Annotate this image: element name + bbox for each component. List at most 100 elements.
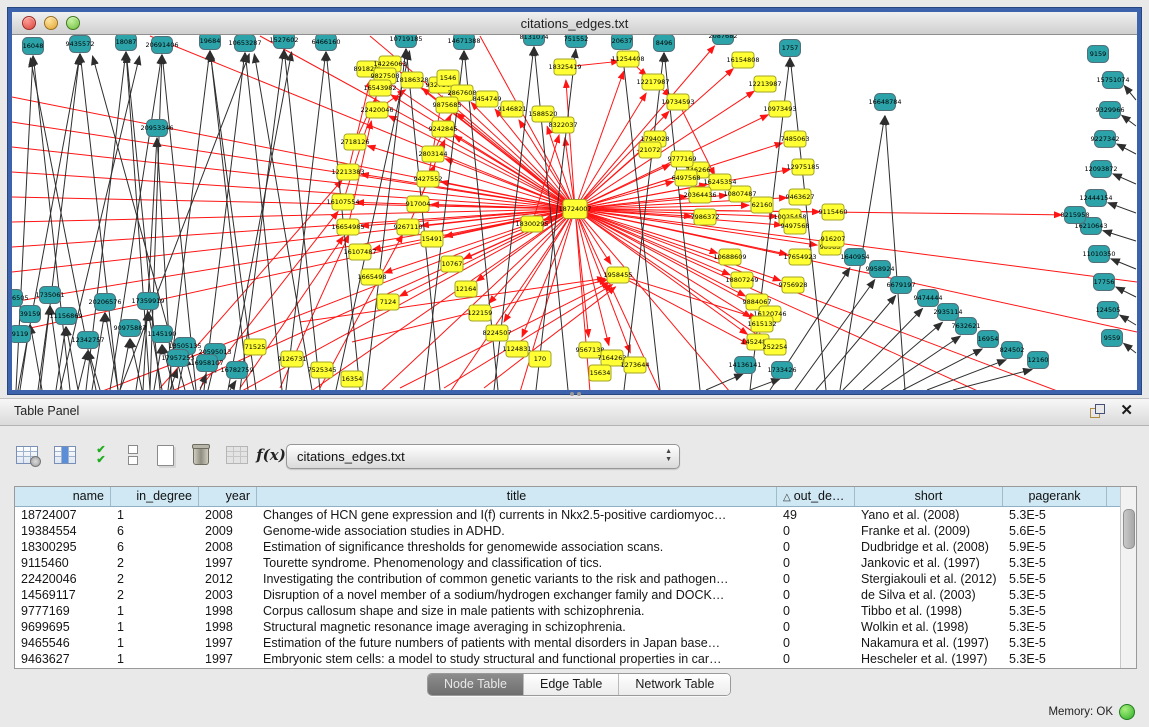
table-vertical-scrollbar[interactable]: [1120, 487, 1136, 668]
graph-node-label: 917004: [406, 200, 431, 208]
tab-edge-table[interactable]: Edge Table: [524, 674, 619, 695]
column-header-name[interactable]: name: [15, 487, 111, 506]
cell-year: 1997: [199, 555, 257, 571]
table-type-tabs: Node Table Edge Table Network Table: [427, 673, 731, 696]
network-graph-canvas[interactable]: 1604894355721808720691406196841065328715…: [12, 35, 1137, 390]
cell-out_degree: 0: [777, 587, 855, 603]
table-row[interactable]: 2242004622012Investigating the contribut…: [15, 571, 1121, 587]
graph-node-label: 19734593: [661, 98, 694, 106]
graph-node-label: 9126731: [278, 355, 307, 363]
cell-pagerank: 5.3E-5: [1003, 619, 1107, 635]
tab-node-table[interactable]: Node Table: [428, 674, 524, 695]
column-header-out_degree[interactable]: △out_de…: [777, 487, 855, 506]
table-row[interactable]: 1938455462009Genome-wide association stu…: [15, 523, 1121, 539]
close-window-button[interactable]: [22, 16, 36, 30]
network-window-titlebar[interactable]: citations_edges.txt: [12, 12, 1137, 35]
cell-short: Yano et al. (2008): [855, 507, 1003, 523]
cell-name: 9115460: [15, 555, 111, 571]
cell-name: 9699695: [15, 619, 111, 635]
close-panel-icon[interactable]: ✕: [1120, 402, 1133, 420]
cell-pagerank: 5.3E-5: [1003, 635, 1107, 651]
graph-node-label: 11010350: [1082, 250, 1115, 258]
selector-value: citations_edges.txt: [297, 449, 405, 464]
graph-node-label: 19684: [200, 37, 221, 45]
graph-node-label: 71525: [245, 343, 266, 351]
cell-in_degree: 2: [111, 571, 199, 587]
graph-node-label: 9159: [1090, 50, 1107, 58]
graph-node-label: 16648784: [868, 98, 901, 106]
sort-ascending-icon: △: [783, 492, 791, 503]
graph-node-label: 16354: [342, 375, 363, 383]
cell-year: 2008: [199, 507, 257, 523]
graph-node-label: 10807487: [723, 190, 756, 198]
cell-out_degree: 0: [777, 539, 855, 555]
graph-node-label: 8496: [656, 39, 673, 47]
network-table-selector[interactable]: citations_edges.txt ▲▼: [286, 444, 680, 469]
float-panel-icon[interactable]: [1090, 404, 1105, 419]
memory-ok-indicator: [1119, 704, 1135, 720]
column-header-short[interactable]: short: [855, 487, 1003, 506]
graph-node-label: 18807249: [725, 276, 758, 284]
graph-node-label: 824502: [1000, 346, 1025, 354]
new-table-icon[interactable]: [150, 440, 180, 470]
graph-node-label: 9435572: [66, 40, 95, 48]
scrollbar-thumb[interactable]: [1123, 509, 1135, 549]
cell-year: 1997: [199, 651, 257, 667]
graph-node-label: 16543982: [363, 84, 396, 92]
graph-node-label: 11156869: [49, 312, 82, 320]
graph-node-label: 10767: [442, 260, 463, 268]
zoom-window-button[interactable]: [66, 16, 80, 30]
select-rows-icon[interactable]: ✔✔: [86, 440, 116, 470]
graph-node-label: 12164: [456, 285, 477, 293]
table-row[interactable]: 946362711997Embryonic stem cells: a mode…: [15, 651, 1121, 667]
column-header-year[interactable]: year: [199, 487, 257, 506]
cell-name: 9463627: [15, 651, 111, 667]
table-row[interactable]: 1456911722003Disruption of a novel membe…: [15, 587, 1121, 603]
cell-in_degree: 2: [111, 587, 199, 603]
column-header-title[interactable]: title: [257, 487, 777, 506]
row-height-icon[interactable]: [118, 440, 148, 470]
minimize-window-button[interactable]: [44, 16, 58, 30]
delete-table-icon[interactable]: [186, 440, 216, 470]
table-row[interactable]: 911546021997Tourette syndrome. Phenomeno…: [15, 555, 1121, 571]
column-header-pagerank[interactable]: pagerank: [1003, 487, 1107, 506]
table-settings-icon[interactable]: [12, 440, 42, 470]
graph-node-label: 6497568: [672, 174, 701, 182]
black-edge: [953, 370, 1032, 390]
table-row[interactable]: 1830029562008Estimation of significance …: [15, 539, 1121, 555]
black-edge: [89, 351, 100, 390]
graph-node-label: 17756: [1094, 278, 1115, 286]
memory-status-label: Memory: OK: [1048, 706, 1113, 718]
status-bar: Memory: OK: [0, 698, 1149, 727]
black-edge: [1108, 203, 1136, 213]
graph-node-label: 12093872: [1084, 165, 1117, 173]
cell-title: Estimation of the future numbers of pati…: [257, 635, 777, 651]
cell-year: 2012: [199, 571, 257, 587]
table-row[interactable]: 1872400712008Changes of HCN gene express…: [15, 507, 1121, 523]
graph-node-label: 17359919: [131, 297, 164, 305]
table-row[interactable]: 977716911998Corpus callosum shape and si…: [15, 603, 1121, 619]
function-builder-icon[interactable]: f(x): [256, 440, 286, 470]
table-row[interactable]: 946554611997Estimation of the future num…: [15, 635, 1121, 651]
graph-node-label: 9559: [1104, 334, 1121, 342]
cell-year: 2008: [199, 539, 257, 555]
panel-splitter-handle[interactable]: [566, 392, 584, 397]
cell-title: Investigating the contribution of common…: [257, 571, 777, 587]
red-edge: [575, 209, 1137, 282]
select-columns-icon[interactable]: [50, 440, 80, 470]
graph-node-label: 21072: [640, 146, 661, 154]
column-header-in_degree[interactable]: in_degree: [111, 487, 199, 506]
cell-short: Wolkin et al. (1998): [855, 619, 1003, 635]
graph-node-label: 22420046: [360, 106, 393, 114]
table-row[interactable]: 969969511998Structural magnetic resonanc…: [15, 619, 1121, 635]
cell-name: 14569117: [15, 587, 111, 603]
graph-node-label: 9227342: [1091, 135, 1120, 143]
graph-node-label: 9115460: [819, 208, 848, 216]
tab-network-table[interactable]: Network Table: [619, 674, 730, 695]
network-view-window: citations_edges.txt 16048943557218087206…: [8, 8, 1141, 394]
graph-node-label: 9567138: [576, 346, 605, 354]
graph-node-label: 170: [534, 355, 546, 363]
graph-node-label: 2935114: [934, 308, 963, 316]
network-window-title: citations_edges.txt: [12, 16, 1137, 31]
graph-node-label: 9463627: [786, 193, 815, 201]
